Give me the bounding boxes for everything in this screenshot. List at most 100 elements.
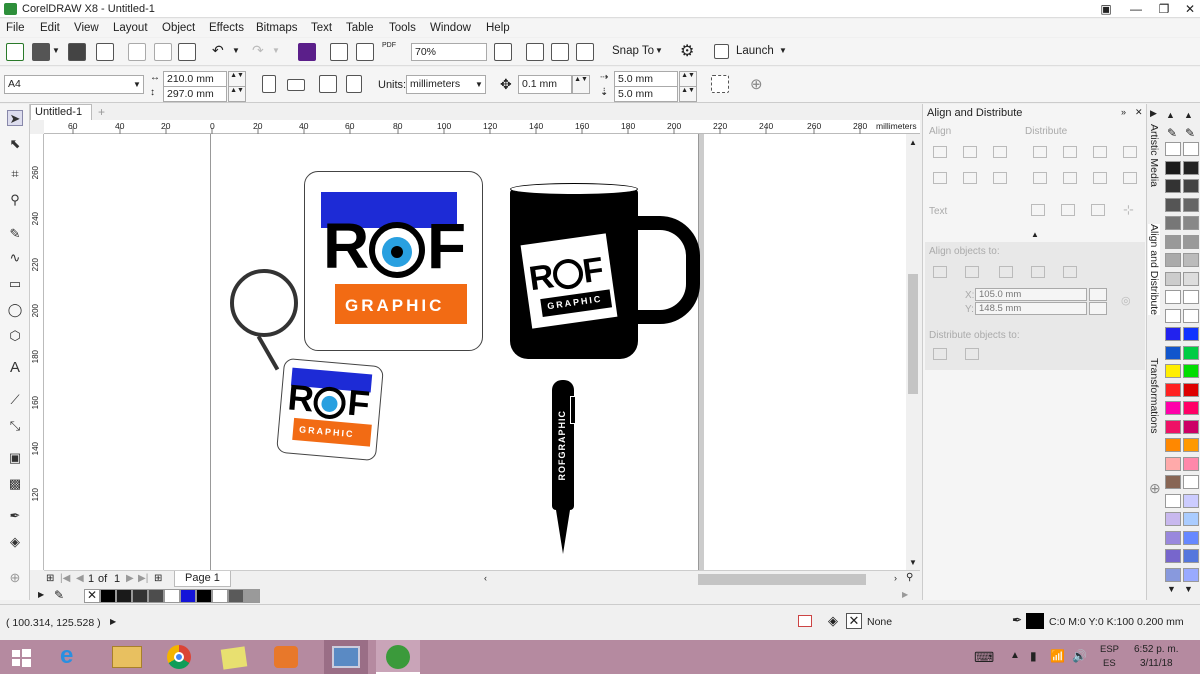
input-language[interactable]: ESP	[1100, 644, 1119, 655]
palette-color-swatch[interactable]	[1183, 160, 1199, 175]
palette-color-swatch[interactable]	[1183, 364, 1199, 378]
palette-color-swatch[interactable]	[1165, 345, 1181, 360]
all-pages-icon[interactable]	[319, 75, 337, 93]
page-center-icon[interactable]	[999, 266, 1013, 278]
palette-color-swatch[interactable]	[1183, 234, 1199, 249]
palette-color-swatch[interactable]	[1183, 549, 1199, 563]
new-tab-icon[interactable]: +	[98, 105, 105, 119]
palette-color-swatch[interactable]	[1183, 271, 1199, 286]
nudge-distance-field[interactable]: 0.1 mm	[518, 75, 572, 94]
next-page-icon[interactable]: ▶	[126, 573, 134, 584]
polygon-tool-icon[interactable]: ⬡	[7, 328, 23, 344]
palette-color-swatch[interactable]	[1165, 216, 1181, 230]
status-menu-icon[interactable]: ▶	[110, 617, 116, 626]
file-explorer-icon[interactable]	[104, 640, 148, 674]
palette-eyedropper-icon[interactable]: ✎	[1167, 126, 1177, 140]
duplicate-y-field[interactable]: 5.0 mm	[614, 86, 678, 102]
sticky-notes-icon[interactable]	[212, 640, 256, 674]
palette-color-swatch[interactable]	[1165, 142, 1181, 156]
palette-swatch-1[interactable]	[100, 589, 116, 603]
x-position-field[interactable]: 105.0 mm	[975, 288, 1087, 301]
show-rulers-icon[interactable]	[526, 43, 544, 61]
add-tool-icon[interactable]: ⊕	[7, 570, 23, 586]
palette-color-swatch[interactable]	[1183, 530, 1199, 545]
units-dropdown-icon[interactable]: ▼	[475, 80, 483, 89]
distribute-spacing-h-icon[interactable]	[1093, 146, 1107, 158]
x-position-spinner[interactable]	[1089, 288, 1107, 301]
page-tab[interactable]: Page 1	[174, 571, 231, 587]
options-gear-icon[interactable]: ⚙	[680, 41, 694, 61]
palette-color-swatch[interactable]	[1183, 142, 1199, 156]
page-size-dropdown-icon[interactable]: ▼	[133, 80, 141, 89]
align-top-icon[interactable]	[933, 172, 947, 184]
palette-color-swatch[interactable]	[1165, 271, 1181, 286]
eyedropper-tool-icon[interactable]: ✒	[7, 508, 23, 524]
palette-scroll-icon[interactable]: ▶	[902, 590, 908, 599]
y-position-field[interactable]: 148.5 mm	[975, 302, 1087, 315]
collapse-section-icon[interactable]: ▲	[1031, 230, 1039, 239]
coreldraw-taskbar-icon[interactable]	[376, 640, 420, 674]
zoom-navigator-icon[interactable]: ⚲	[906, 572, 913, 583]
parallel-dimension-tool-icon[interactable]: ⟋	[7, 392, 23, 408]
docker-expand-icon[interactable]: »	[1121, 107, 1126, 117]
text-tool-icon[interactable]: A	[7, 360, 23, 376]
keychain-tag[interactable]: R F GRAPHIC	[276, 357, 384, 462]
palette-color-swatch[interactable]	[1183, 345, 1199, 360]
palette-swatch-6[interactable]	[180, 589, 196, 603]
battery-icon[interactable]: ▮	[1030, 649, 1037, 663]
connector-tool-icon[interactable]: ⤡	[7, 418, 23, 434]
drawing-canvas[interactable]: R F GRAPHIC R F GRAPHIC R F GRAPHIC ROFG…	[44, 134, 906, 570]
add-page-icon[interactable]: ⊞	[46, 573, 54, 584]
scroll-left-icon[interactable]: ‹	[484, 573, 487, 583]
print-icon[interactable]	[96, 43, 114, 61]
palette-eyedropper-icon[interactable]: ✎	[1185, 126, 1195, 140]
transparency-tool-icon[interactable]: ▩	[7, 476, 23, 492]
freehand-tool-icon[interactable]: ✎	[7, 226, 23, 242]
internet-explorer-icon[interactable]: e	[50, 640, 94, 674]
menu-layout[interactable]: Layout	[113, 22, 148, 34]
palette-color-swatch[interactable]	[1165, 234, 1181, 249]
color-proof-icon[interactable]	[798, 615, 812, 627]
media-player-icon[interactable]	[264, 640, 308, 674]
distribute-right-icon[interactable]	[1123, 146, 1137, 158]
menu-bitmaps[interactable]: Bitmaps	[256, 22, 298, 34]
artistic-media-tool-icon[interactable]: ∿	[7, 250, 23, 266]
palette-scroll-down-icon[interactable]: ▼	[1184, 584, 1193, 594]
horizontal-scroll-thumb[interactable]	[698, 574, 866, 585]
start-button[interactable]	[0, 640, 44, 674]
distribute-left-icon[interactable]	[1033, 146, 1047, 158]
undo-dropdown-icon[interactable]: ▼	[232, 46, 240, 55]
launch-button[interactable]: Launch	[736, 45, 774, 57]
docker-tabs-scroll-icon[interactable]: ▶	[1150, 108, 1157, 119]
input-language-region[interactable]: ES	[1103, 658, 1116, 669]
distribute-to-page-icon[interactable]	[965, 348, 979, 360]
pen-body[interactable]: ROFGRAPHIC	[552, 380, 576, 510]
close-button[interactable]: ✕	[1176, 0, 1200, 18]
distribute-to-selection-icon[interactable]	[933, 348, 947, 360]
menu-tools[interactable]: Tools	[389, 22, 416, 34]
new-document-icon[interactable]	[6, 43, 24, 61]
duplicate-y-spinner[interactable]: ▲▼	[679, 86, 697, 102]
snap-to-button[interactable]: Snap To	[612, 45, 654, 57]
palette-swatch-7[interactable]	[196, 589, 212, 603]
palette-color-swatch[interactable]	[1183, 216, 1199, 230]
palette-color-swatch[interactable]	[1165, 160, 1181, 175]
search-content-icon[interactable]	[298, 43, 316, 61]
pick-tool-icon[interactable]: ➤	[7, 110, 23, 126]
show-hidden-icons-icon[interactable]: ▲	[1010, 650, 1020, 661]
launch-dropdown-icon[interactable]: ▼	[779, 46, 787, 55]
palette-swatch-10[interactable]	[244, 589, 260, 603]
vertical-scroll-thumb[interactable]	[908, 274, 918, 394]
palette-color-swatch[interactable]	[1165, 197, 1181, 212]
distribute-center-h-icon[interactable]	[1063, 146, 1077, 158]
target-icon[interactable]: ◎	[1121, 294, 1131, 307]
zoom-tool-icon[interactable]: ⚲	[7, 192, 23, 208]
add-docker-icon[interactable]: ⊕	[1149, 480, 1161, 497]
open-dropdown-icon[interactable]: ▼	[52, 46, 60, 55]
show-guidelines-icon[interactable]	[576, 43, 594, 61]
palette-scroll-up-icon[interactable]: ▲	[1166, 110, 1175, 120]
crop-tool-icon[interactable]: ⌗	[7, 166, 23, 182]
import-icon[interactable]	[330, 43, 348, 61]
outline-color-swatch[interactable]	[1026, 613, 1044, 629]
current-page-icon[interactable]	[346, 75, 362, 93]
